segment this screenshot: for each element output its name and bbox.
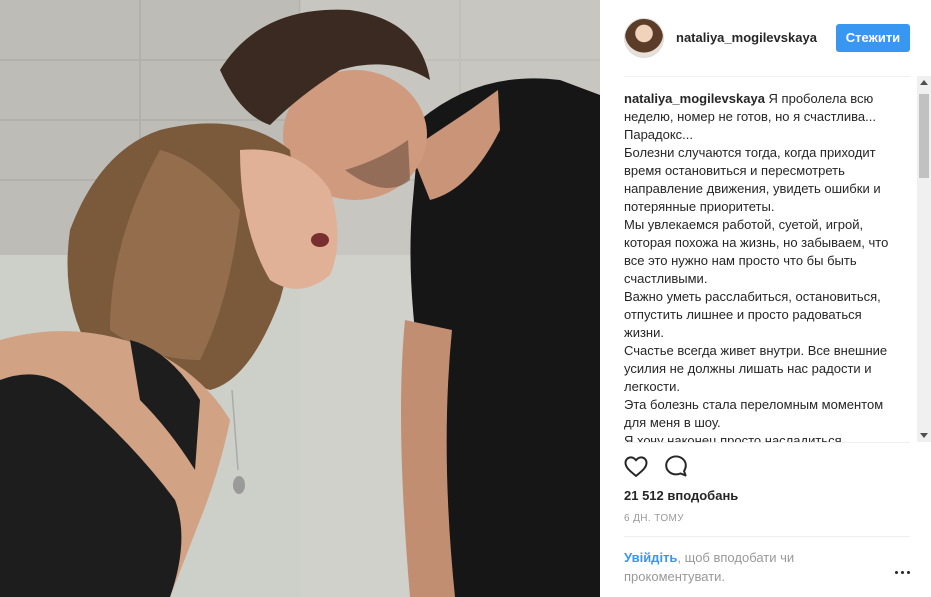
header-divider [624, 76, 910, 77]
caption-line-7: Я хочу наконец просто насладиться [624, 433, 842, 442]
heart-icon[interactable] [622, 452, 650, 480]
more-options-icon[interactable] [893, 562, 913, 582]
post-timestamp[interactable]: 6 ДН. ТОМУ [624, 513, 684, 524]
post-photo [0, 0, 600, 597]
caption-username[interactable]: nataliya_mogilevskaya [624, 91, 765, 106]
scroll-thumb[interactable] [919, 94, 929, 178]
follow-button[interactable]: Стежити [836, 24, 910, 52]
post-header: nataliya_mogilevskaya Стежити [600, 0, 931, 76]
caption-line-5: Счастье всегда живет внутри. Все внешние… [624, 343, 888, 394]
login-link[interactable]: Увійдіть [624, 550, 677, 565]
username-link[interactable]: nataliya_mogilevskaya [676, 30, 817, 45]
actions-divider [624, 442, 910, 443]
caption-line-3: Мы увлекаемся работой, суетой, игрой, ко… [624, 217, 889, 286]
photo-illustration [0, 0, 600, 597]
comment-icon[interactable] [662, 452, 690, 480]
login-divider [624, 536, 910, 537]
caption-line-6: Эта болезнь стала переломным моментом дл… [624, 397, 884, 430]
caption-line-2: Болезни случаются тогда, когда приходит … [624, 145, 881, 214]
login-prompt: Увійдіть, щоб вподобати чи прокоментуват… [624, 548, 864, 586]
post-side-panel: nataliya_mogilevskaya Стежити nataliya_m… [600, 0, 931, 597]
caption-line-4: Важно уметь расслабиться, остановиться, … [624, 289, 881, 340]
scroll-down-arrow-icon[interactable] [917, 428, 931, 442]
caption-paragraph-1: nataliya_mogilevskaya Я проболела всю не… [624, 90, 896, 144]
scroll-up-arrow-icon[interactable] [917, 76, 931, 90]
avatar[interactable] [624, 18, 664, 58]
likes-count[interactable]: 21 512 вподобань [624, 488, 738, 503]
caption-scrollbar[interactable] [917, 76, 931, 442]
caption-area: nataliya_mogilevskaya Я проболела всю не… [624, 90, 896, 442]
